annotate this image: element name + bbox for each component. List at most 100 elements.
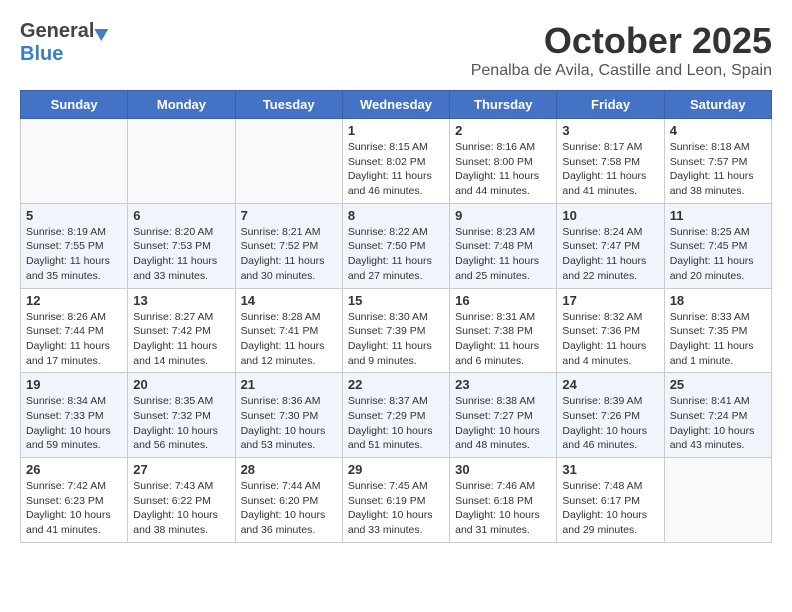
day-number: 7 <box>241 208 337 223</box>
day-number: 3 <box>562 123 658 138</box>
calendar-cell <box>664 458 771 543</box>
calendar-cell: 10 Sunrise: 8:24 AM Sunset: 7:47 PM Dayli… <box>557 203 664 288</box>
day-number: 5 <box>26 208 122 223</box>
day-info: Sunrise: 8:18 AM Sunset: 7:57 PM Dayligh… <box>670 140 766 199</box>
day-number: 31 <box>562 462 658 477</box>
day-number: 22 <box>348 377 444 392</box>
weekday-header-saturday: Saturday <box>664 91 771 119</box>
day-info: Sunrise: 8:24 AM Sunset: 7:47 PM Dayligh… <box>562 225 658 284</box>
calendar-cell: 31Sunrise: 7:48 AM Sunset: 6:17 PM Dayli… <box>557 458 664 543</box>
calendar-cell: 16Sunrise: 8:31 AM Sunset: 7:38 PM Dayli… <box>450 288 557 373</box>
day-info: Sunrise: 8:26 AM Sunset: 7:44 PM Dayligh… <box>26 310 122 369</box>
day-info: Sunrise: 7:45 AM Sunset: 6:19 PM Dayligh… <box>348 479 444 538</box>
logo: General Blue <box>20 20 109 66</box>
day-number: 10 <box>562 208 658 223</box>
day-number: 30 <box>455 462 551 477</box>
calendar-cell: 27 Sunrise: 7:43 AM Sunset: 6:22 PM Dayli… <box>128 458 235 543</box>
calendar-cell: 3 Sunrise: 8:17 AM Sunset: 7:58 PM Daylig… <box>557 119 664 204</box>
day-info: Sunrise: 8:34 AM Sunset: 7:33 PM Dayligh… <box>26 394 122 453</box>
calendar-cell <box>128 119 235 204</box>
calendar-cell: 18 Sunrise: 8:33 AM Sunset: 7:35 PM Dayli… <box>664 288 771 373</box>
month-title: October 2025 <box>471 20 772 62</box>
day-info: Sunrise: 8:16 AM Sunset: 8:00 PM Dayligh… <box>455 140 551 199</box>
day-number: 1 <box>348 123 444 138</box>
day-info: Sunrise: 8:20 AM Sunset: 7:53 PM Dayligh… <box>133 225 229 284</box>
day-number: 26 <box>26 462 122 477</box>
week-row-3: 19 Sunrise: 8:34 AM Sunset: 7:33 PM Dayli… <box>21 373 772 458</box>
day-info: Sunrise: 8:21 AM Sunset: 7:52 PM Dayligh… <box>241 225 337 284</box>
calendar-cell: 25 Sunrise: 8:41 AM Sunset: 7:24 PM Dayli… <box>664 373 771 458</box>
day-info: Sunrise: 7:43 AM Sunset: 6:22 PM Dayligh… <box>133 479 229 538</box>
calendar-cell: 4Sunrise: 8:18 AM Sunset: 7:57 PM Daylig… <box>664 119 771 204</box>
logo-icon <box>95 22 112 40</box>
week-row-0: 1 Sunrise: 8:15 AM Sunset: 8:02 PM Daylig… <box>21 119 772 204</box>
day-info: Sunrise: 8:25 AM Sunset: 7:45 PM Dayligh… <box>670 225 766 284</box>
day-number: 28 <box>241 462 337 477</box>
calendar-cell <box>235 119 342 204</box>
day-info: Sunrise: 8:41 AM Sunset: 7:24 PM Dayligh… <box>670 394 766 453</box>
week-row-2: 12Sunrise: 8:26 AM Sunset: 7:44 PM Dayli… <box>21 288 772 373</box>
weekday-header-sunday: Sunday <box>21 91 128 119</box>
day-number: 2 <box>455 123 551 138</box>
calendar-cell: 26 Sunrise: 7:42 AM Sunset: 6:23 PM Dayli… <box>21 458 128 543</box>
day-number: 6 <box>133 208 229 223</box>
day-info: Sunrise: 7:44 AM Sunset: 6:20 PM Dayligh… <box>241 479 337 538</box>
calendar-cell: 1 Sunrise: 8:15 AM Sunset: 8:02 PM Daylig… <box>342 119 449 204</box>
day-number: 29 <box>348 462 444 477</box>
day-number: 21 <box>241 377 337 392</box>
day-info: Sunrise: 8:32 AM Sunset: 7:36 PM Dayligh… <box>562 310 658 369</box>
week-row-4: 26 Sunrise: 7:42 AM Sunset: 6:23 PM Dayli… <box>21 458 772 543</box>
day-info: Sunrise: 7:42 AM Sunset: 6:23 PM Dayligh… <box>26 479 122 538</box>
day-info: Sunrise: 8:22 AM Sunset: 7:50 PM Dayligh… <box>348 225 444 284</box>
day-info: Sunrise: 8:23 AM Sunset: 7:48 PM Dayligh… <box>455 225 551 284</box>
weekday-header-row: SundayMondayTuesdayWednesdayThursdayFrid… <box>21 91 772 119</box>
day-number: 13 <box>133 293 229 308</box>
day-info: Sunrise: 8:19 AM Sunset: 7:55 PM Dayligh… <box>26 225 122 284</box>
calendar-cell: 17Sunrise: 8:32 AM Sunset: 7:36 PM Dayli… <box>557 288 664 373</box>
day-number: 19 <box>26 377 122 392</box>
weekday-header-friday: Friday <box>557 91 664 119</box>
calendar-cell: 8 Sunrise: 8:22 AM Sunset: 7:50 PM Daylig… <box>342 203 449 288</box>
day-number: 8 <box>348 208 444 223</box>
weekday-header-tuesday: Tuesday <box>235 91 342 119</box>
day-info: Sunrise: 8:35 AM Sunset: 7:32 PM Dayligh… <box>133 394 229 453</box>
calendar-cell: 22 Sunrise: 8:37 AM Sunset: 7:29 PM Dayli… <box>342 373 449 458</box>
calendar-cell: 20Sunrise: 8:35 AM Sunset: 7:32 PM Dayli… <box>128 373 235 458</box>
day-info: Sunrise: 8:39 AM Sunset: 7:26 PM Dayligh… <box>562 394 658 453</box>
day-number: 16 <box>455 293 551 308</box>
calendar-cell: 28 Sunrise: 7:44 AM Sunset: 6:20 PM Dayli… <box>235 458 342 543</box>
weekday-header-thursday: Thursday <box>450 91 557 119</box>
calendar-cell: 11Sunrise: 8:25 AM Sunset: 7:45 PM Dayli… <box>664 203 771 288</box>
day-number: 9 <box>455 208 551 223</box>
calendar-cell: 5 Sunrise: 8:19 AM Sunset: 7:55 PM Daylig… <box>21 203 128 288</box>
logo-general: General <box>20 20 94 43</box>
day-info: Sunrise: 8:27 AM Sunset: 7:42 PM Dayligh… <box>133 310 229 369</box>
calendar-cell: 14 Sunrise: 8:28 AM Sunset: 7:41 PM Dayli… <box>235 288 342 373</box>
weekday-header-monday: Monday <box>128 91 235 119</box>
calendar-cell: 19 Sunrise: 8:34 AM Sunset: 7:33 PM Dayli… <box>21 373 128 458</box>
calendar-cell <box>21 119 128 204</box>
calendar-cell: 29 Sunrise: 7:45 AM Sunset: 6:19 PM Dayli… <box>342 458 449 543</box>
day-info: Sunrise: 8:33 AM Sunset: 7:35 PM Dayligh… <box>670 310 766 369</box>
day-number: 25 <box>670 377 766 392</box>
calendar-cell: 24Sunrise: 8:39 AM Sunset: 7:26 PM Dayli… <box>557 373 664 458</box>
day-info: Sunrise: 8:15 AM Sunset: 8:02 PM Dayligh… <box>348 140 444 199</box>
day-info: Sunrise: 7:46 AM Sunset: 6:18 PM Dayligh… <box>455 479 551 538</box>
day-info: Sunrise: 8:38 AM Sunset: 7:27 PM Dayligh… <box>455 394 551 453</box>
week-row-1: 5 Sunrise: 8:19 AM Sunset: 7:55 PM Daylig… <box>21 203 772 288</box>
day-number: 27 <box>133 462 229 477</box>
day-info: Sunrise: 8:17 AM Sunset: 7:58 PM Dayligh… <box>562 140 658 199</box>
day-info: Sunrise: 8:36 AM Sunset: 7:30 PM Dayligh… <box>241 394 337 453</box>
calendar-cell: 13 Sunrise: 8:27 AM Sunset: 7:42 PM Dayli… <box>128 288 235 373</box>
day-number: 18 <box>670 293 766 308</box>
calendar-cell: 15Sunrise: 8:30 AM Sunset: 7:39 PM Dayli… <box>342 288 449 373</box>
calendar-cell: 6 Sunrise: 8:20 AM Sunset: 7:53 PM Daylig… <box>128 203 235 288</box>
calendar-cell: 30 Sunrise: 7:46 AM Sunset: 6:18 PM Dayli… <box>450 458 557 543</box>
day-info: Sunrise: 8:37 AM Sunset: 7:29 PM Dayligh… <box>348 394 444 453</box>
calendar-cell: 2 Sunrise: 8:16 AM Sunset: 8:00 PM Daylig… <box>450 119 557 204</box>
calendar-cell: 7 Sunrise: 8:21 AM Sunset: 7:52 PM Daylig… <box>235 203 342 288</box>
day-info: Sunrise: 8:28 AM Sunset: 7:41 PM Dayligh… <box>241 310 337 369</box>
calendar-cell: 21 Sunrise: 8:36 AM Sunset: 7:30 PM Dayli… <box>235 373 342 458</box>
day-number: 14 <box>241 293 337 308</box>
weekday-header-wednesday: Wednesday <box>342 91 449 119</box>
